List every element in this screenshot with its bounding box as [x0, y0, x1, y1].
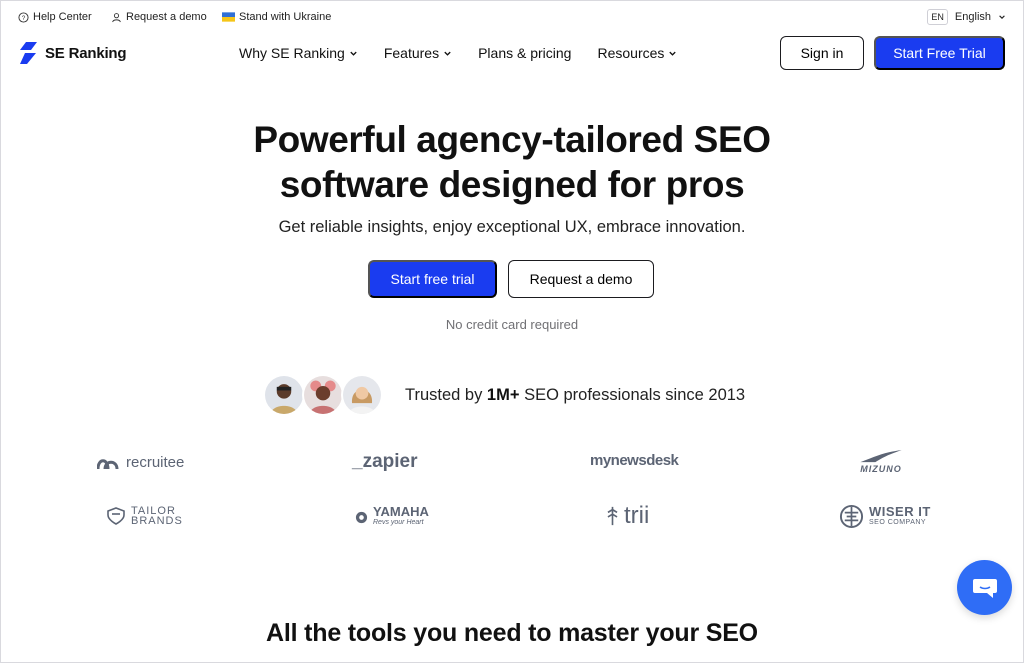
mizuno-runbird-icon [860, 449, 902, 463]
wiser-it-brain-icon [839, 504, 864, 529]
chat-support-button[interactable] [957, 560, 1012, 615]
chevron-down-icon [999, 15, 1005, 19]
main-nav: Why SE Ranking Features Plans & pricing … [239, 45, 677, 61]
language-selector[interactable]: EN English [927, 9, 1006, 25]
se-ranking-logo-icon [20, 42, 37, 64]
no-credit-card-note: No credit card required [445, 317, 579, 332]
ukraine-link[interactable]: Stand with Ukraine [222, 11, 331, 23]
nav-item-label: Resources [597, 45, 665, 61]
help-center-link[interactable]: ? Help Center [18, 11, 92, 23]
start-free-trial-cta[interactable]: Start free trial [368, 260, 497, 298]
chevron-down-icon [350, 51, 357, 56]
hero-title-line-2: software designed for pros [279, 164, 745, 205]
nav-item-features[interactable]: Features [384, 45, 452, 61]
avatar [341, 374, 383, 416]
request-demo-cta[interactable]: Request a demo [508, 260, 654, 298]
tailor-brands-line-2: BRANDS [131, 515, 183, 527]
help-center-label: Help Center [33, 11, 92, 23]
brand-logo[interactable]: SE Ranking [17, 41, 127, 65]
chevron-down-icon [444, 51, 451, 56]
yamaha-tuning-fork-icon [355, 511, 368, 523]
wiser-it-logo: WISER IT SEO COMPANY [839, 504, 931, 529]
ukraine-label: Stand with Ukraine [239, 11, 332, 23]
hero-subtitle: Get reliable insights, enjoy exceptional… [278, 218, 746, 236]
sign-in-button[interactable]: Sign in [780, 36, 864, 70]
nav-item-plans-pricing[interactable]: Plans & pricing [478, 45, 571, 61]
tailor-brands-logo: TAILOR BRANDS [106, 506, 183, 527]
trusted-suffix: SEO professionals since 2013 [519, 386, 746, 404]
nav-item-why-se-ranking[interactable]: Why SE Ranking [239, 45, 358, 61]
request-demo-link[interactable]: Request a demo [111, 11, 207, 23]
trii-tree-icon [607, 506, 618, 526]
hero-title-line-1: Powerful agency-tailored SEO [253, 119, 771, 160]
ukraine-flag-icon [222, 12, 235, 22]
mizuno-wordmark: MIZUNO [860, 464, 902, 474]
request-demo-label: Request a demo [126, 11, 207, 23]
trii-logo: trii [606, 504, 649, 528]
tailor-brands-mark-icon [107, 507, 125, 525]
tailor-brands-text: TAILOR BRANDS [131, 506, 183, 527]
chevron-down-icon [669, 51, 677, 56]
wiser-it-tagline: SEO COMPANY [869, 518, 927, 526]
trusted-by-text: Trusted by 1M+ SEO professionals since 2… [405, 386, 745, 405]
nav-item-label: Features [383, 45, 440, 61]
svg-text:?: ? [22, 14, 26, 21]
language-code: EN [927, 9, 948, 25]
zapier-logo: _zapier [352, 451, 417, 473]
wiser-it-wordmark: WISER IT [869, 503, 931, 519]
mynewsdesk-wordmark: mynewsdesk [590, 452, 679, 469]
trii-wordmark: trii [624, 502, 650, 529]
hero-title: Powerful agency-tailored SEO software de… [0, 117, 1024, 207]
zapier-wordmark: _zapier [352, 451, 418, 472]
brand-name: SE Ranking [45, 44, 127, 62]
utility-bar: ? Help Center Request a demo Stand with … [0, 0, 1024, 34]
avatar-group [263, 374, 383, 416]
trusted-prefix: Trusted by [405, 386, 487, 404]
mynewsdesk-logo: mynewsdesk [590, 452, 679, 469]
recruitee-mark-icon [97, 458, 119, 469]
tools-section-title: All the tools you need to master your SE… [266, 619, 758, 647]
recruitee-wordmark: recruitee [126, 454, 185, 471]
nav-item-label: Why SE Ranking [239, 45, 345, 61]
language-label: English [954, 11, 991, 23]
mizuno-logo: MIZUNO [858, 449, 904, 474]
avatar [302, 374, 344, 416]
help-circle-icon: ? [18, 11, 29, 23]
chat-bubble-icon [972, 578, 997, 598]
trusted-count: 1M+ [486, 386, 520, 404]
nav-item-resources[interactable]: Resources [597, 45, 677, 61]
avatar [263, 374, 305, 416]
yamaha-text: YAMAHA Revs your Heart [373, 504, 429, 528]
start-free-trial-button[interactable]: Start Free Trial [874, 36, 1005, 70]
user-icon [112, 12, 121, 22]
nav-item-label: Plans & pricing [478, 45, 572, 61]
yamaha-tagline: Revs your Heart [373, 519, 424, 526]
yamaha-logo: YAMAHA Revs your Heart [355, 504, 429, 528]
recruitee-logo: recruitee [97, 454, 184, 471]
wiser-it-text: WISER IT SEO COMPANY [869, 503, 931, 528]
yamaha-wordmark: YAMAHA [373, 504, 429, 519]
